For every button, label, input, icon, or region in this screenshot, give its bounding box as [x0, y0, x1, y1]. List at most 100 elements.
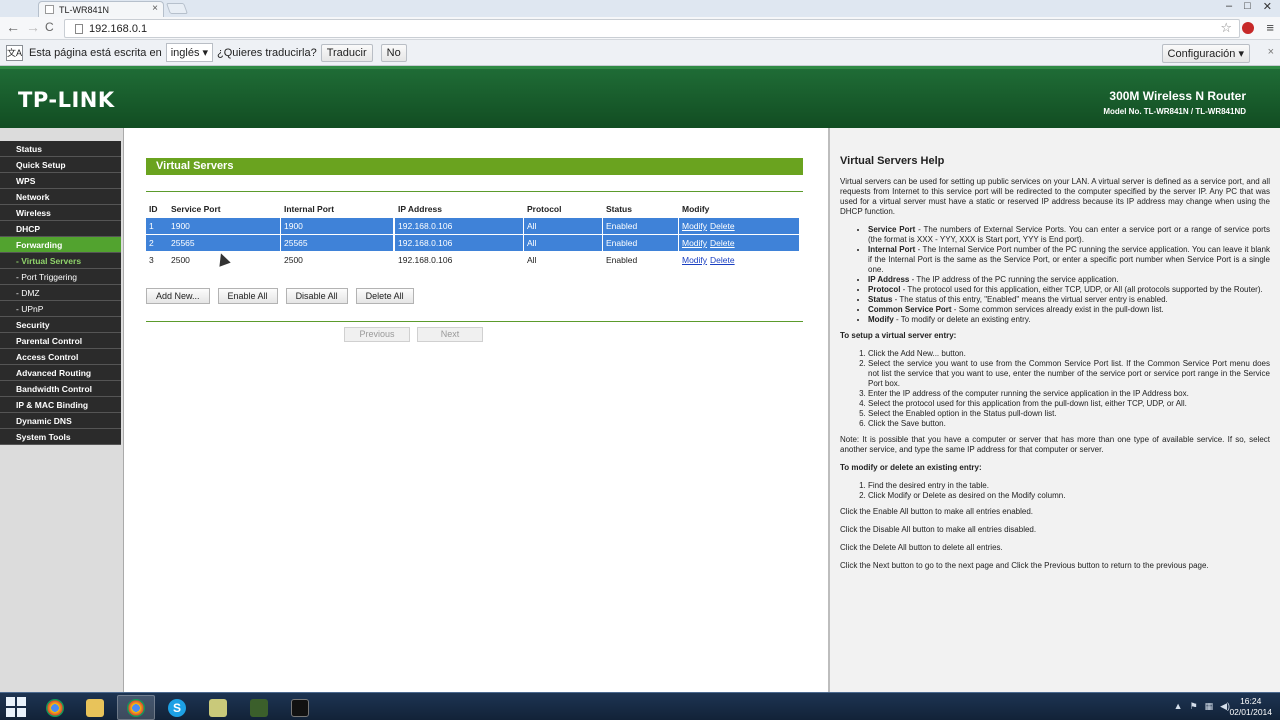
bookmark-star-icon[interactable]: ☆ — [1220, 20, 1232, 36]
cell-service: 1900 — [168, 218, 280, 234]
help-step: Click Modify or Delete as desired on the… — [868, 491, 1270, 501]
sidebar-item-upnp[interactable]: - UPnP — [0, 301, 121, 317]
chrome-menu-icon[interactable]: ≡ — [1266, 20, 1274, 35]
delete-all-button[interactable]: Delete All — [355, 288, 414, 304]
back-icon[interactable]: ← — [6, 19, 20, 35]
sidebar-item-dmz[interactable]: - DMZ — [0, 285, 121, 301]
close-window-icon[interactable]: ✕ — [1263, 0, 1272, 13]
col-id: ID — [149, 204, 158, 214]
help-next-prev: Click the Next button to go to the next … — [840, 561, 1209, 570]
modify-link[interactable]: Modify — [682, 238, 707, 248]
cell-protocol: All — [524, 235, 602, 251]
language-select[interactable]: inglés ▾ — [165, 43, 214, 62]
cell-ip: 192.168.0.106 — [398, 255, 453, 265]
add-new-button[interactable]: Add New... — [146, 288, 210, 304]
modify-heading: To modify or delete an existing entry: — [840, 463, 982, 472]
taskbar-notes-icon[interactable] — [199, 695, 237, 720]
help-note: Note: It is possible that you have a com… — [840, 435, 1270, 454]
modify-link[interactable]: Modify — [682, 221, 707, 231]
tray-network-icon[interactable]: ▦ — [1205, 701, 1214, 712]
sidebar-item-forwarding[interactable]: Forwarding — [0, 237, 121, 253]
next-button[interactable]: Next — [417, 327, 483, 342]
tray-flag-icon[interactable]: ⚑ — [1189, 701, 1197, 712]
sidebar-item-wps[interactable]: WPS — [0, 173, 121, 189]
sidebar-item-wireless[interactable]: Wireless — [0, 205, 121, 221]
disable-all-button[interactable]: Disable All — [285, 288, 348, 304]
divider — [146, 191, 803, 192]
minimize-icon[interactable]: – — [1226, 0, 1232, 13]
table-header: ID Service Port Internal Port IP Address… — [146, 201, 803, 217]
help-enable-all: Click the Enable All button to make all … — [840, 507, 1034, 516]
window-controls: – □ ✕ — [1226, 0, 1272, 13]
model-number: Model No. TL-WR841N / TL-WR841ND — [1103, 107, 1246, 116]
sidebar-item-system-tools[interactable]: System Tools — [0, 429, 121, 445]
sidebar-item-virtual-servers[interactable]: - Virtual Servers — [0, 253, 121, 269]
sidebar-item-advanced-routing[interactable]: Advanced Routing — [0, 365, 121, 381]
sidebar-item-network[interactable]: Network — [0, 189, 121, 205]
sidebar-item-dhcp[interactable]: DHCP — [0, 221, 121, 237]
taskbar-chrome-active-icon[interactable] — [117, 695, 155, 720]
page-favicon-icon — [45, 5, 54, 14]
tab-title: TL-WR841N — [59, 4, 110, 15]
tab-close-icon[interactable]: × — [152, 3, 158, 14]
reload-icon[interactable]: C — [45, 20, 54, 34]
sidebar-item-bandwidth-control[interactable]: Bandwidth Control — [0, 381, 121, 397]
windows-start-icon[interactable] — [6, 697, 26, 717]
cell-internal: 25565 — [281, 235, 393, 251]
cell-status: Enabled — [603, 218, 678, 234]
sidebar-item-security[interactable]: Security — [0, 317, 121, 333]
enable-all-button[interactable]: Enable All — [217, 288, 278, 304]
taskbar-clock[interactable]: 16:24 02/01/2014 — [1229, 696, 1272, 718]
translate-button[interactable]: Traducir — [320, 43, 373, 62]
setup-heading: To setup a virtual server entry: — [840, 331, 957, 340]
page-title: Virtual Servers — [146, 158, 803, 175]
new-tab-button[interactable] — [165, 3, 189, 14]
sidebar-item-parental-control[interactable]: Parental Control — [0, 333, 121, 349]
sidebar-item-port-triggering[interactable]: - Port Triggering — [0, 269, 121, 285]
tray-arrow-icon[interactable]: ▲ — [1174, 701, 1183, 712]
help-step: Find the desired entry in the table. — [868, 481, 1270, 491]
help-definition: Service Port - The numbers of External S… — [868, 225, 1270, 245]
taskbar-folder-icon[interactable] — [76, 695, 114, 720]
taskbar-chrome-icon[interactable] — [36, 695, 74, 720]
sidebar-item-access-control[interactable]: Access Control — [0, 349, 121, 365]
translate-close-icon[interactable]: × — [1268, 46, 1274, 58]
delete-link[interactable]: Delete — [710, 221, 735, 231]
clock-time: 16:24 — [1240, 696, 1262, 706]
page-icon — [75, 23, 83, 34]
cell-internal: 2500 — [284, 255, 303, 265]
browser-toolbar: ← → C 192.168.0.1 ☆ ≡ — [0, 17, 1280, 40]
help-step: Select the Enabled option in the Status … — [868, 409, 1270, 419]
extension-record-icon[interactable] — [1242, 22, 1254, 34]
help-definition: Protocol - The protocol used for this ap… — [868, 285, 1270, 295]
delete-link[interactable]: Delete — [710, 238, 735, 248]
help-delete-all: Click the Delete All button to delete al… — [840, 543, 1003, 552]
translate-question: ¿Quieres traducirla? — [217, 46, 317, 59]
address-bar[interactable]: 192.168.0.1 — [64, 19, 1240, 38]
help-step: Enter the IP address of the computer run… — [868, 389, 1270, 399]
taskbar-skype-icon[interactable]: S — [158, 695, 196, 720]
modify-steps: Find the desired entry in the table.Clic… — [868, 481, 1270, 501]
translate-config-button[interactable]: Configuración ▾ — [1161, 44, 1250, 63]
cell-ip: 192.168.0.106 — [395, 235, 523, 251]
sidebar-item-quick-setup[interactable]: Quick Setup — [0, 157, 121, 173]
col-status: Status — [606, 204, 632, 214]
delete-link[interactable]: Delete — [710, 255, 735, 265]
forward-icon[interactable]: → — [26, 19, 40, 35]
sidebar-item-dynamic-dns[interactable]: Dynamic DNS — [0, 413, 121, 429]
sidebar-item-ip-mac-binding[interactable]: IP & MAC Binding — [0, 397, 121, 413]
taskbar-app-icon[interactable] — [240, 695, 278, 720]
taskbar-terminal-icon[interactable] — [281, 695, 319, 720]
cell-status: Enabled — [606, 255, 638, 265]
modify-link[interactable]: Modify — [682, 255, 707, 265]
cell-id: 1 — [146, 218, 168, 234]
previous-button[interactable]: Previous — [344, 327, 410, 342]
sidebar-item-status[interactable]: Status — [0, 141, 121, 157]
cell-service: 25565 — [168, 235, 280, 251]
cell-status: Enabled — [603, 235, 678, 251]
help-intro: Virtual servers can be used for setting … — [840, 177, 1270, 216]
maximize-icon[interactable]: □ — [1244, 0, 1251, 13]
no-translate-button[interactable]: No — [380, 43, 407, 62]
browser-tab[interactable]: TL-WR841N × — [38, 1, 164, 17]
url-text: 192.168.0.1 — [89, 22, 148, 35]
